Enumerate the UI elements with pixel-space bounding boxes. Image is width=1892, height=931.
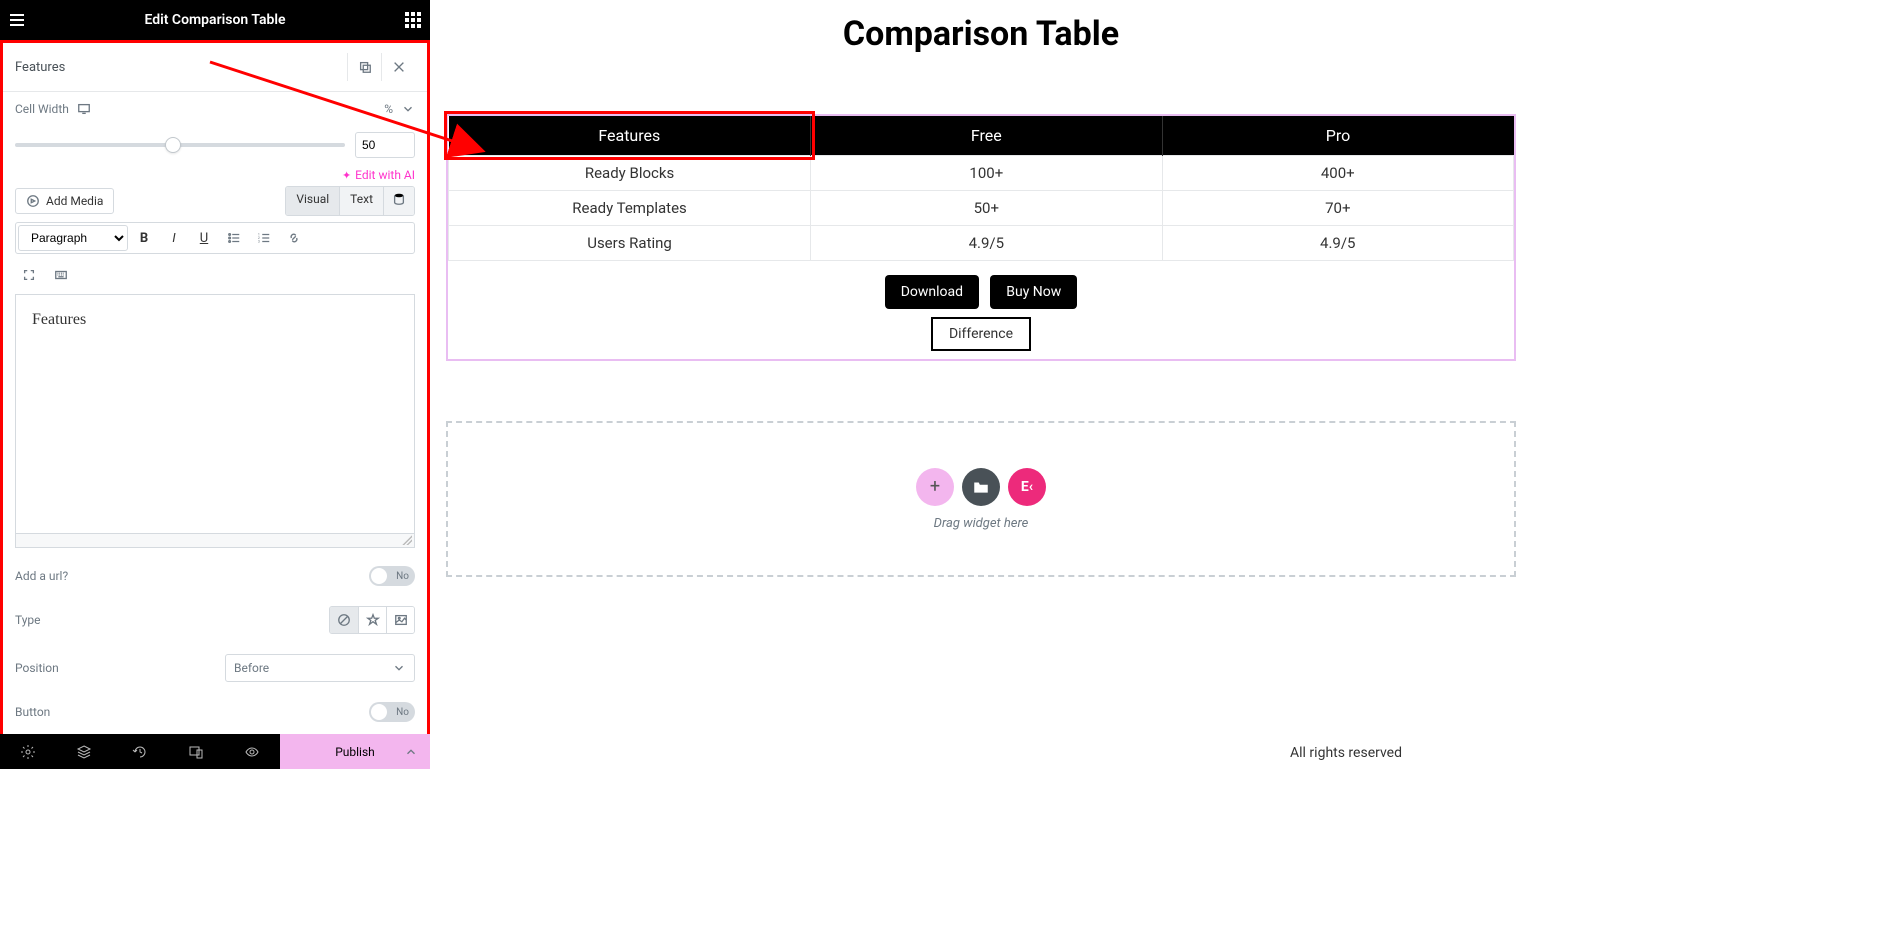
buy-now-button[interactable]: Buy Now (990, 275, 1077, 309)
chevron-up-icon[interactable] (404, 745, 418, 759)
difference-button[interactable]: Difference (931, 317, 1031, 351)
folder-icon (972, 478, 990, 496)
type-segmented (329, 606, 415, 634)
type-label: Type (15, 613, 41, 627)
publish-button[interactable]: Publish (280, 734, 430, 769)
cell-width-label: Cell Width (15, 102, 69, 116)
download-button[interactable]: Download (885, 275, 979, 309)
position-select[interactable]: Before (225, 654, 415, 682)
fullscreen-button[interactable] (15, 262, 43, 288)
responsive-icon-button[interactable] (168, 734, 224, 769)
add-media-button[interactable]: Add Media (15, 188, 114, 214)
table-row: Users Rating 4.9/5 4.9/5 (449, 226, 1514, 261)
desktop-icon[interactable] (77, 102, 91, 116)
rich-text-editor[interactable]: Features (15, 294, 415, 534)
sparkle-icon: ✦ (342, 169, 351, 182)
table-header-features[interactable]: Features (449, 116, 811, 156)
page-heading: Comparison Table (430, 14, 1532, 54)
paragraph-format-select[interactable]: Paragraph (18, 225, 128, 251)
table-row: Ready Templates 50+ 70+ (449, 191, 1514, 226)
panel-title: Edit Comparison Table (26, 12, 404, 28)
dropzone-label: Drag widget here (934, 516, 1029, 531)
ordered-list-button[interactable]: 123 (250, 225, 278, 251)
type-none-button[interactable] (330, 607, 358, 633)
type-star-button[interactable] (358, 607, 386, 633)
plus-icon: + (930, 476, 940, 497)
apps-grid-icon[interactable] (404, 11, 422, 29)
add-url-toggle[interactable]: No (369, 566, 415, 586)
type-image-button[interactable] (386, 607, 414, 633)
elementskit-button[interactable]: E‹ (1008, 468, 1046, 506)
unordered-list-button[interactable] (220, 225, 248, 251)
tab-visual[interactable]: Visual (286, 187, 339, 215)
item-header: Features (3, 43, 427, 92)
unit-label[interactable]: % (384, 102, 393, 116)
duplicate-button[interactable] (347, 53, 381, 81)
button-label: Button (15, 705, 50, 719)
position-label: Position (15, 661, 59, 675)
widget-dropzone[interactable]: + E‹ Drag widget here (446, 421, 1516, 577)
item-label: Features (15, 60, 65, 75)
chevron-down-icon (392, 661, 406, 675)
button-toggle[interactable]: No (369, 702, 415, 722)
template-library-button[interactable] (962, 468, 1000, 506)
bottom-bar: Publish (0, 734, 430, 769)
menu-icon[interactable] (8, 11, 26, 29)
sidebar-header: Edit Comparison Table (0, 0, 430, 40)
footer-text: All rights reserved (1290, 745, 1402, 761)
add-section-button[interactable]: + (916, 468, 954, 506)
tab-text[interactable]: Text (339, 187, 383, 215)
cell-width-input[interactable] (355, 132, 415, 158)
svg-text:3: 3 (258, 239, 260, 243)
bold-button[interactable]: B (130, 225, 158, 251)
database-icon-button[interactable] (383, 187, 414, 215)
cell-width-slider[interactable] (15, 143, 345, 147)
table-row: Ready Blocks 100+ 400+ (449, 156, 1514, 191)
layers-icon-button[interactable] (56, 734, 112, 769)
comparison-table-widget[interactable]: Features Free Pro Ready Blocks 100+ 400+ (446, 114, 1516, 361)
underline-button[interactable]: U (190, 225, 218, 251)
history-icon-button[interactable] (112, 734, 168, 769)
editor-resize-handle[interactable] (15, 534, 415, 548)
close-button[interactable] (381, 53, 415, 81)
keyboard-icon-button[interactable] (47, 262, 75, 288)
settings-icon-button[interactable] (0, 734, 56, 769)
preview-icon-button[interactable] (224, 734, 280, 769)
edit-with-ai-link[interactable]: ✦ Edit with AI (3, 168, 427, 186)
table-header-free[interactable]: Free (811, 116, 1162, 156)
italic-button[interactable]: I (160, 225, 188, 251)
add-url-label: Add a url? (15, 569, 68, 583)
media-icon (26, 194, 40, 208)
link-button[interactable] (280, 225, 308, 251)
cell-width-row: Cell Width % (3, 92, 427, 126)
table-header-pro[interactable]: Pro (1162, 116, 1513, 156)
chevron-down-icon[interactable] (401, 102, 415, 116)
ek-icon: E‹ (1021, 479, 1033, 495)
